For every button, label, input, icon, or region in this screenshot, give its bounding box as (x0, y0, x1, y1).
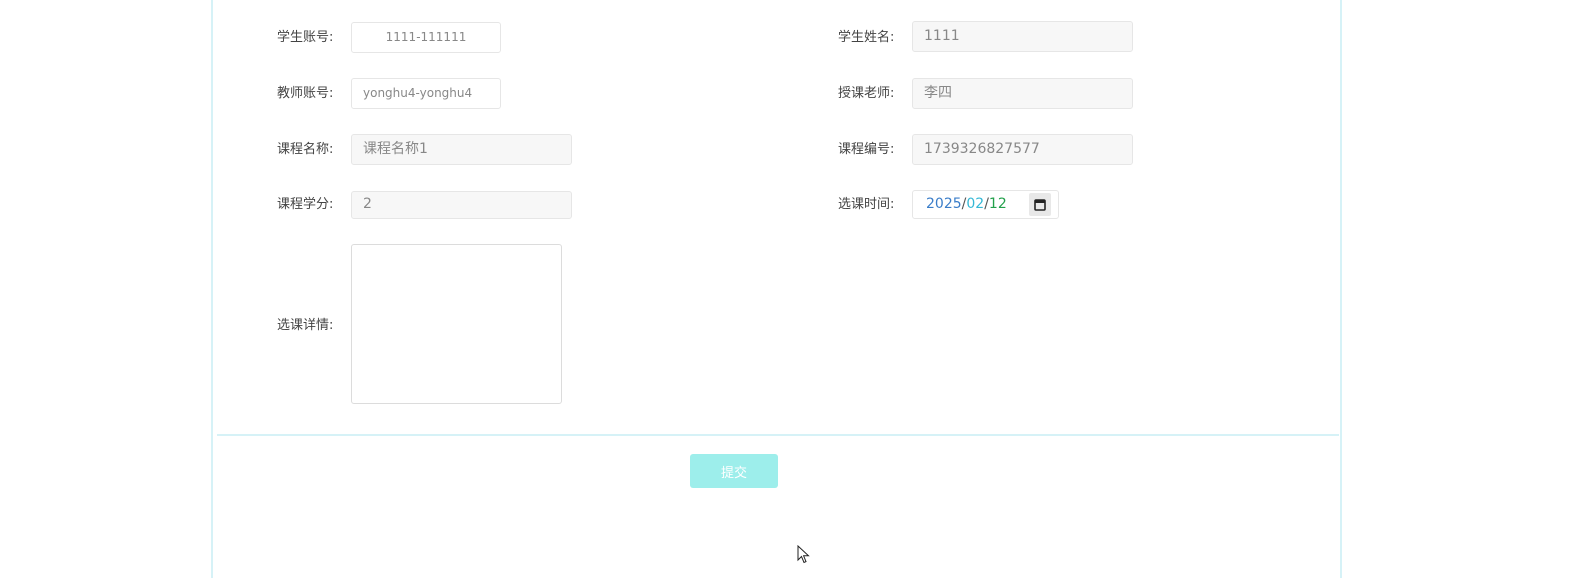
details-label: 选课详情: (277, 318, 334, 333)
date-day[interactable]: 12 (989, 196, 1007, 212)
course-code-label: 课程编号: (838, 142, 895, 157)
student-account-field[interactable]: 1111-111111 (351, 22, 501, 53)
student-name-label: 学生姓名: (838, 30, 895, 45)
submit-button[interactable]: 提交 (690, 454, 778, 488)
select-time-label: 选课时间: (838, 197, 895, 212)
form-divider (217, 434, 1339, 436)
course-name-field[interactable]: 课程名称1 (351, 134, 572, 165)
calendar-button[interactable] (1029, 193, 1051, 216)
teacher-name-label: 授课老师: (838, 86, 895, 101)
details-textarea[interactable] (351, 244, 562, 404)
date-month[interactable]: 02 (966, 196, 984, 212)
course-credit-label: 课程学分: (277, 197, 334, 212)
student-name-field[interactable]: 1111 (912, 21, 1133, 52)
mouse-cursor-icon (797, 545, 810, 564)
course-credit-field[interactable]: 2 (351, 191, 572, 219)
course-name-label: 课程名称: (277, 142, 334, 157)
calendar-icon (1034, 199, 1046, 211)
teacher-account-field[interactable]: yonghu4-yonghu4 (351, 78, 501, 109)
date-year[interactable]: 2025 (926, 196, 962, 212)
teacher-account-label: 教师账号: (277, 86, 334, 101)
teacher-name-field[interactable]: 李四 (912, 78, 1133, 109)
course-code-field[interactable]: 1739326827577 (912, 134, 1133, 165)
student-account-label: 学生账号: (277, 30, 334, 45)
